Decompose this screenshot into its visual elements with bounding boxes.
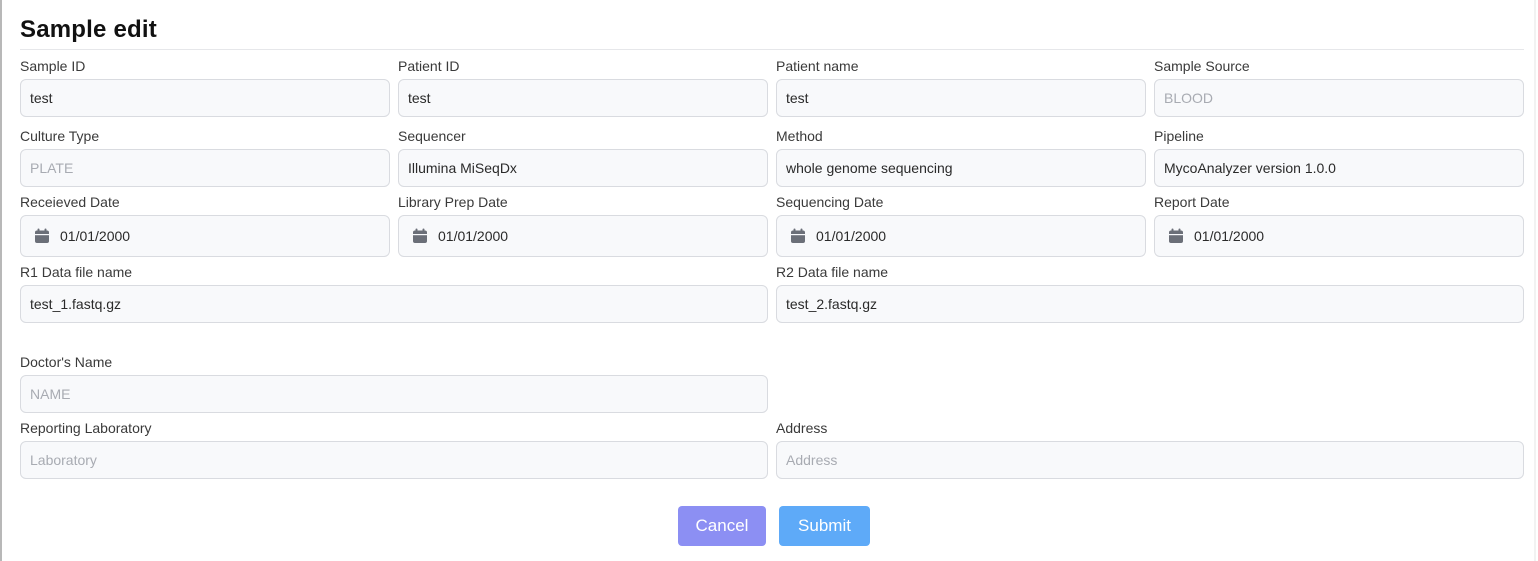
received-date-label: Receieved Date	[20, 194, 120, 210]
sample-id-field[interactable]: test	[20, 79, 390, 117]
r1-file-value: test_1.fastq.gz	[30, 296, 122, 312]
r2-file-field[interactable]: test_2.fastq.gz	[776, 285, 1524, 323]
report-date-field[interactable]: 01/01/2000	[1154, 215, 1524, 257]
sample-source-placeholder: BLOOD	[1164, 90, 1214, 106]
received-date-field[interactable]: 01/01/2000	[20, 215, 390, 257]
doctor-name-placeholder: NAME	[30, 386, 71, 402]
r1-file-field[interactable]: test_1.fastq.gz	[20, 285, 768, 323]
dialog-title: Sample edit	[20, 16, 157, 43]
sequencer-value: Illumina MiSeqDx	[408, 160, 517, 176]
sequencer-label: Sequencer	[398, 128, 466, 144]
sample-edit-dialog: Sample edit Sample ID test Patient ID te…	[0, 0, 1536, 561]
method-label: Method	[776, 128, 823, 144]
culture-type-field[interactable]: PLATE	[20, 149, 390, 187]
pipeline-label: Pipeline	[1154, 128, 1204, 144]
reporting-lab-label: Reporting Laboratory	[20, 420, 152, 436]
culture-type-placeholder: PLATE	[30, 160, 74, 176]
calendar-icon	[1169, 228, 1183, 243]
received-date-value: 01/01/2000	[60, 228, 131, 244]
sequencing-date-label: Sequencing Date	[776, 194, 884, 210]
cancel-button[interactable]: Cancel	[678, 506, 766, 546]
r1-file-label: R1 Data file name	[20, 264, 133, 280]
patient-name-value: test	[786, 90, 809, 106]
window-edge	[1534, 0, 1536, 561]
method-field[interactable]: whole genome sequencing	[776, 149, 1146, 187]
sample-source-field[interactable]: BLOOD	[1154, 79, 1524, 117]
library-prep-date-label: Library Prep Date	[398, 194, 508, 210]
calendar-icon	[791, 228, 805, 243]
doctor-name-field[interactable]: NAME	[20, 375, 768, 413]
address-placeholder: Address	[786, 452, 838, 468]
sample-id-value: test	[30, 90, 53, 106]
report-date-label: Report Date	[1154, 194, 1230, 210]
sample-id-label: Sample ID	[20, 58, 86, 74]
patient-id-label: Patient ID	[398, 58, 460, 74]
patient-name-label: Patient name	[776, 58, 859, 74]
sequencer-field[interactable]: Illumina MiSeqDx	[398, 149, 768, 187]
culture-type-label: Culture Type	[20, 128, 100, 144]
doctor-name-label: Doctor's Name	[20, 354, 113, 370]
sequencing-date-field[interactable]: 01/01/2000	[776, 215, 1146, 257]
calendar-icon	[35, 228, 49, 243]
patient-name-field[interactable]: test	[776, 79, 1146, 117]
reporting-lab-placeholder: Laboratory	[30, 452, 97, 468]
r2-file-label: R2 Data file name	[776, 264, 889, 280]
r2-file-value: test_2.fastq.gz	[786, 296, 878, 312]
method-value: whole genome sequencing	[786, 160, 953, 176]
library-prep-date-value: 01/01/2000	[438, 228, 509, 244]
address-label: Address	[776, 420, 828, 436]
patient-id-value: test	[408, 90, 431, 106]
report-date-value: 01/01/2000	[1194, 228, 1265, 244]
reporting-lab-field[interactable]: Laboratory	[20, 441, 768, 479]
address-field[interactable]: Address	[776, 441, 1524, 479]
library-prep-date-field[interactable]: 01/01/2000	[398, 215, 768, 257]
sample-source-label: Sample Source	[1154, 58, 1250, 74]
calendar-icon	[413, 228, 427, 243]
submit-button[interactable]: Submit	[779, 506, 870, 546]
title-divider	[20, 49, 1524, 50]
sequencing-date-value: 01/01/2000	[816, 228, 887, 244]
patient-id-field[interactable]: test	[398, 79, 768, 117]
pipeline-field[interactable]: MycoAnalyzer version 1.0.0	[1154, 149, 1524, 187]
pipeline-value: MycoAnalyzer version 1.0.0	[1164, 160, 1336, 176]
